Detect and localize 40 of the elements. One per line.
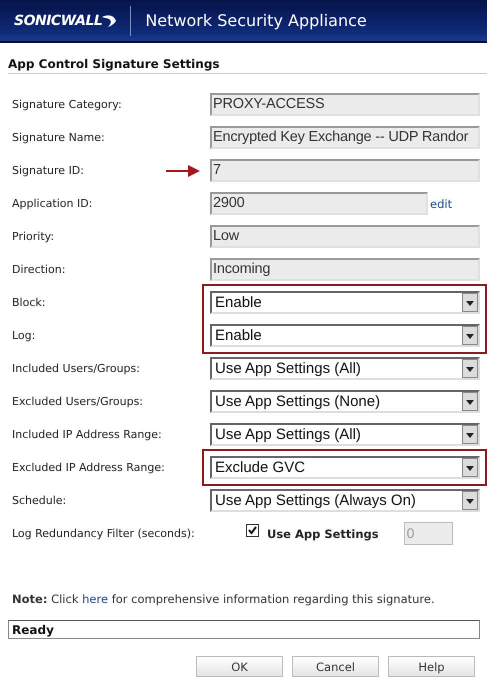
dropdown-select[interactable]: Use App Settings (All): [210, 357, 480, 380]
field-label: Signature ID:: [12, 164, 84, 177]
status-bar: Ready: [8, 620, 480, 639]
dialog-button[interactable]: Help: [388, 656, 475, 677]
edit-link[interactable]: edit: [430, 196, 452, 210]
dropdown-select[interactable]: Use App Settings (Always On): [210, 489, 480, 512]
field-label: Signature Name:: [12, 131, 105, 144]
field-label: Excluded IP Address Range:: [12, 461, 165, 474]
readonly-field: PROXY-ACCESS: [210, 93, 480, 116]
field-label: Included Users/Groups:: [12, 362, 140, 375]
dialog-button[interactable]: OK: [196, 656, 283, 677]
dropdown-select[interactable]: Exclude GVC: [210, 456, 480, 479]
dropdown-select[interactable]: Use App Settings (None): [210, 390, 480, 413]
swoosh-icon: [102, 14, 116, 28]
readonly-field: 2900: [210, 192, 428, 215]
dropdown-select[interactable]: Use App Settings (All): [210, 423, 480, 446]
product-name: Network Security Appliance: [145, 11, 367, 30]
checkmark-icon: [248, 526, 257, 535]
field-label: Excluded Users/Groups:: [12, 395, 144, 408]
field-label: Included IP Address Range:: [12, 428, 162, 441]
readonly-field: Encrypted Key Exchange -- UDP Randor: [210, 126, 480, 149]
logo-text: SONICWALL: [14, 12, 102, 28]
dropdown-select[interactable]: Enable: [210, 324, 480, 347]
field-label: Priority:: [12, 230, 54, 243]
field-label: Signature Category:: [12, 98, 122, 111]
here-link[interactable]: here: [82, 592, 108, 606]
field-label: Schedule:: [12, 494, 66, 507]
dropdown-select[interactable]: Enable: [210, 291, 480, 314]
field-label: Log:: [12, 329, 36, 342]
field-label: Direction:: [12, 263, 66, 276]
dialog-button[interactable]: Cancel: [292, 656, 379, 677]
field-label: Block:: [12, 296, 46, 309]
page-title: App Control Signature Settings: [8, 57, 487, 74]
readonly-field: 7: [210, 159, 480, 182]
field-label: Application ID:: [12, 197, 92, 210]
note-text: Note: Click here for comprehensive information regarding this signature.: [12, 592, 436, 606]
checkbox-label: Use App Settings: [267, 526, 379, 540]
readonly-field: Incoming: [210, 258, 480, 281]
field-label: Log Redundancy Filter (seconds):: [12, 527, 195, 540]
readonly-field: Low: [210, 225, 480, 248]
